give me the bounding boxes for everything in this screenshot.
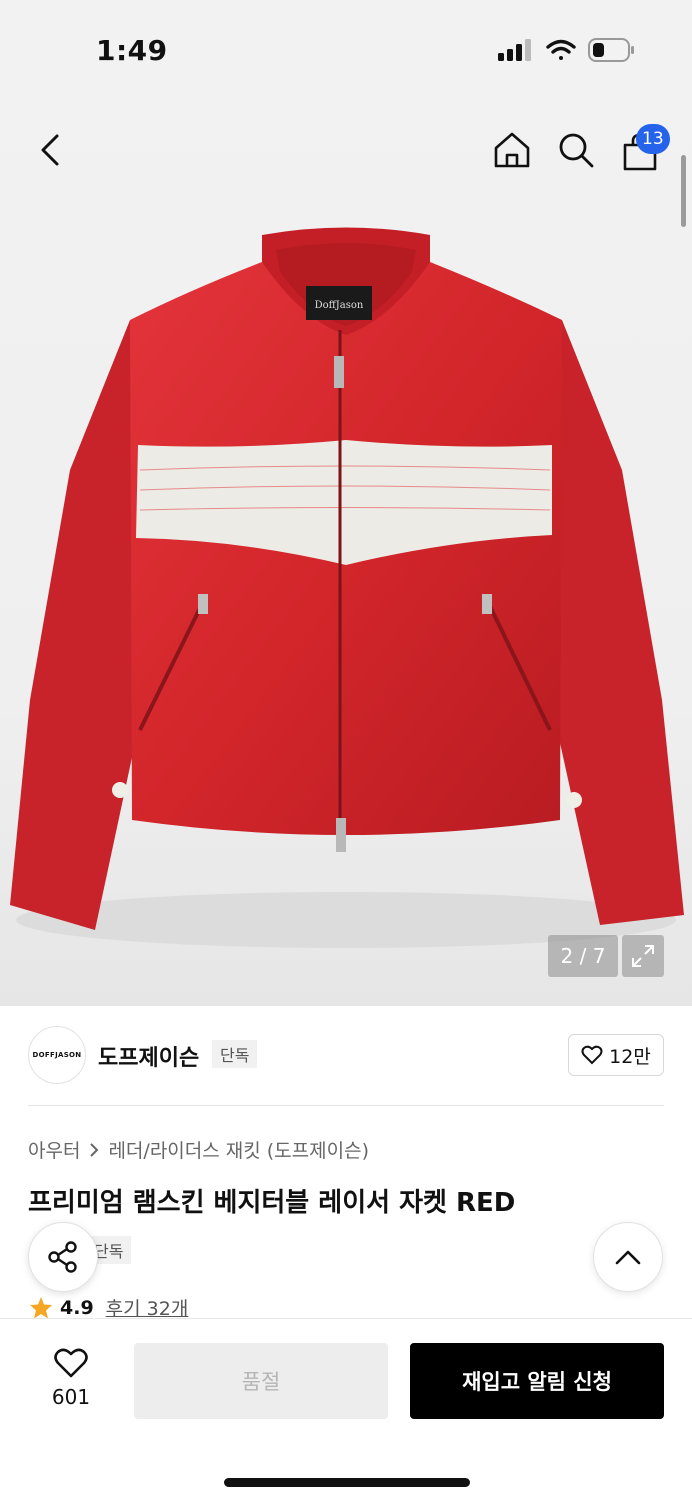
home-icon — [494, 132, 530, 168]
status-bar: 1:49 — [0, 0, 692, 100]
chevron-up-icon — [615, 1250, 641, 1265]
chevron-right-icon — [90, 1142, 99, 1157]
brand-like-count: 12만 — [609, 1045, 651, 1068]
breadcrumb: 아우터 레더/라이더스 재킷 (도프제이슨) — [28, 1136, 369, 1163]
search-icon — [559, 133, 594, 168]
svg-text:DoffJason: DoffJason — [315, 300, 364, 311]
wifi-icon — [546, 39, 576, 60]
breadcrumb-subcategory[interactable]: 레더/라이더스 재킷 (도프제이슨) — [108, 1136, 369, 1163]
divider — [28, 1105, 664, 1106]
cart-button[interactable]: 13 — [616, 124, 670, 176]
expand-icon — [632, 945, 654, 967]
breadcrumb-category[interactable]: 아우터 — [28, 1136, 80, 1163]
rating-row: 4.9 후기 32개 — [28, 1294, 188, 1321]
scroll-to-top-button[interactable] — [593, 1222, 663, 1292]
wishlist-button[interactable]: 601 — [36, 1347, 106, 1417]
bottom-action-bar: 601 품절 재입고 알림 신청 — [0, 1318, 692, 1500]
search-button[interactable] — [554, 128, 598, 172]
exclusive-badge: 단독 — [212, 1040, 258, 1068]
soldout-button: 품절 — [134, 1343, 388, 1419]
wishlist-count: 601 — [51, 1385, 91, 1409]
brand-name[interactable]: 도프제이슨 — [98, 1040, 199, 1072]
expand-button[interactable] — [622, 935, 664, 977]
home-indicator — [224, 1478, 470, 1487]
review-link[interactable]: 후기 32개 — [106, 1294, 189, 1321]
share-icon — [48, 1241, 77, 1273]
rating-score: 4.9 — [60, 1296, 94, 1319]
brand-like-button[interactable]: 12만 — [568, 1034, 664, 1076]
brand-logo[interactable]: DOFFJASON — [28, 1026, 86, 1084]
star-icon — [30, 1296, 52, 1318]
heart-icon — [581, 1045, 603, 1065]
chevron-left-icon — [41, 134, 59, 166]
brand-row[interactable]: DOFFJASON 도프제이슨 단독 12만 — [28, 1026, 664, 1086]
status-time: 1:49 — [96, 34, 168, 67]
top-navigation: 13 — [0, 100, 692, 200]
signal-icon — [498, 39, 531, 61]
share-button[interactable] — [28, 1222, 98, 1292]
home-button[interactable] — [490, 128, 534, 172]
restock-alert-button[interactable]: 재입고 알림 신청 — [410, 1343, 664, 1419]
back-button[interactable] — [28, 128, 72, 172]
cart-count-badge: 13 — [636, 124, 670, 154]
image-counter: 2 / 7 — [548, 935, 618, 977]
battery-icon — [588, 38, 634, 62]
product-title: 프리미엄 램스킨 베지터블 레이서 자켓 RED — [28, 1188, 516, 1218]
heart-icon — [54, 1348, 88, 1378]
